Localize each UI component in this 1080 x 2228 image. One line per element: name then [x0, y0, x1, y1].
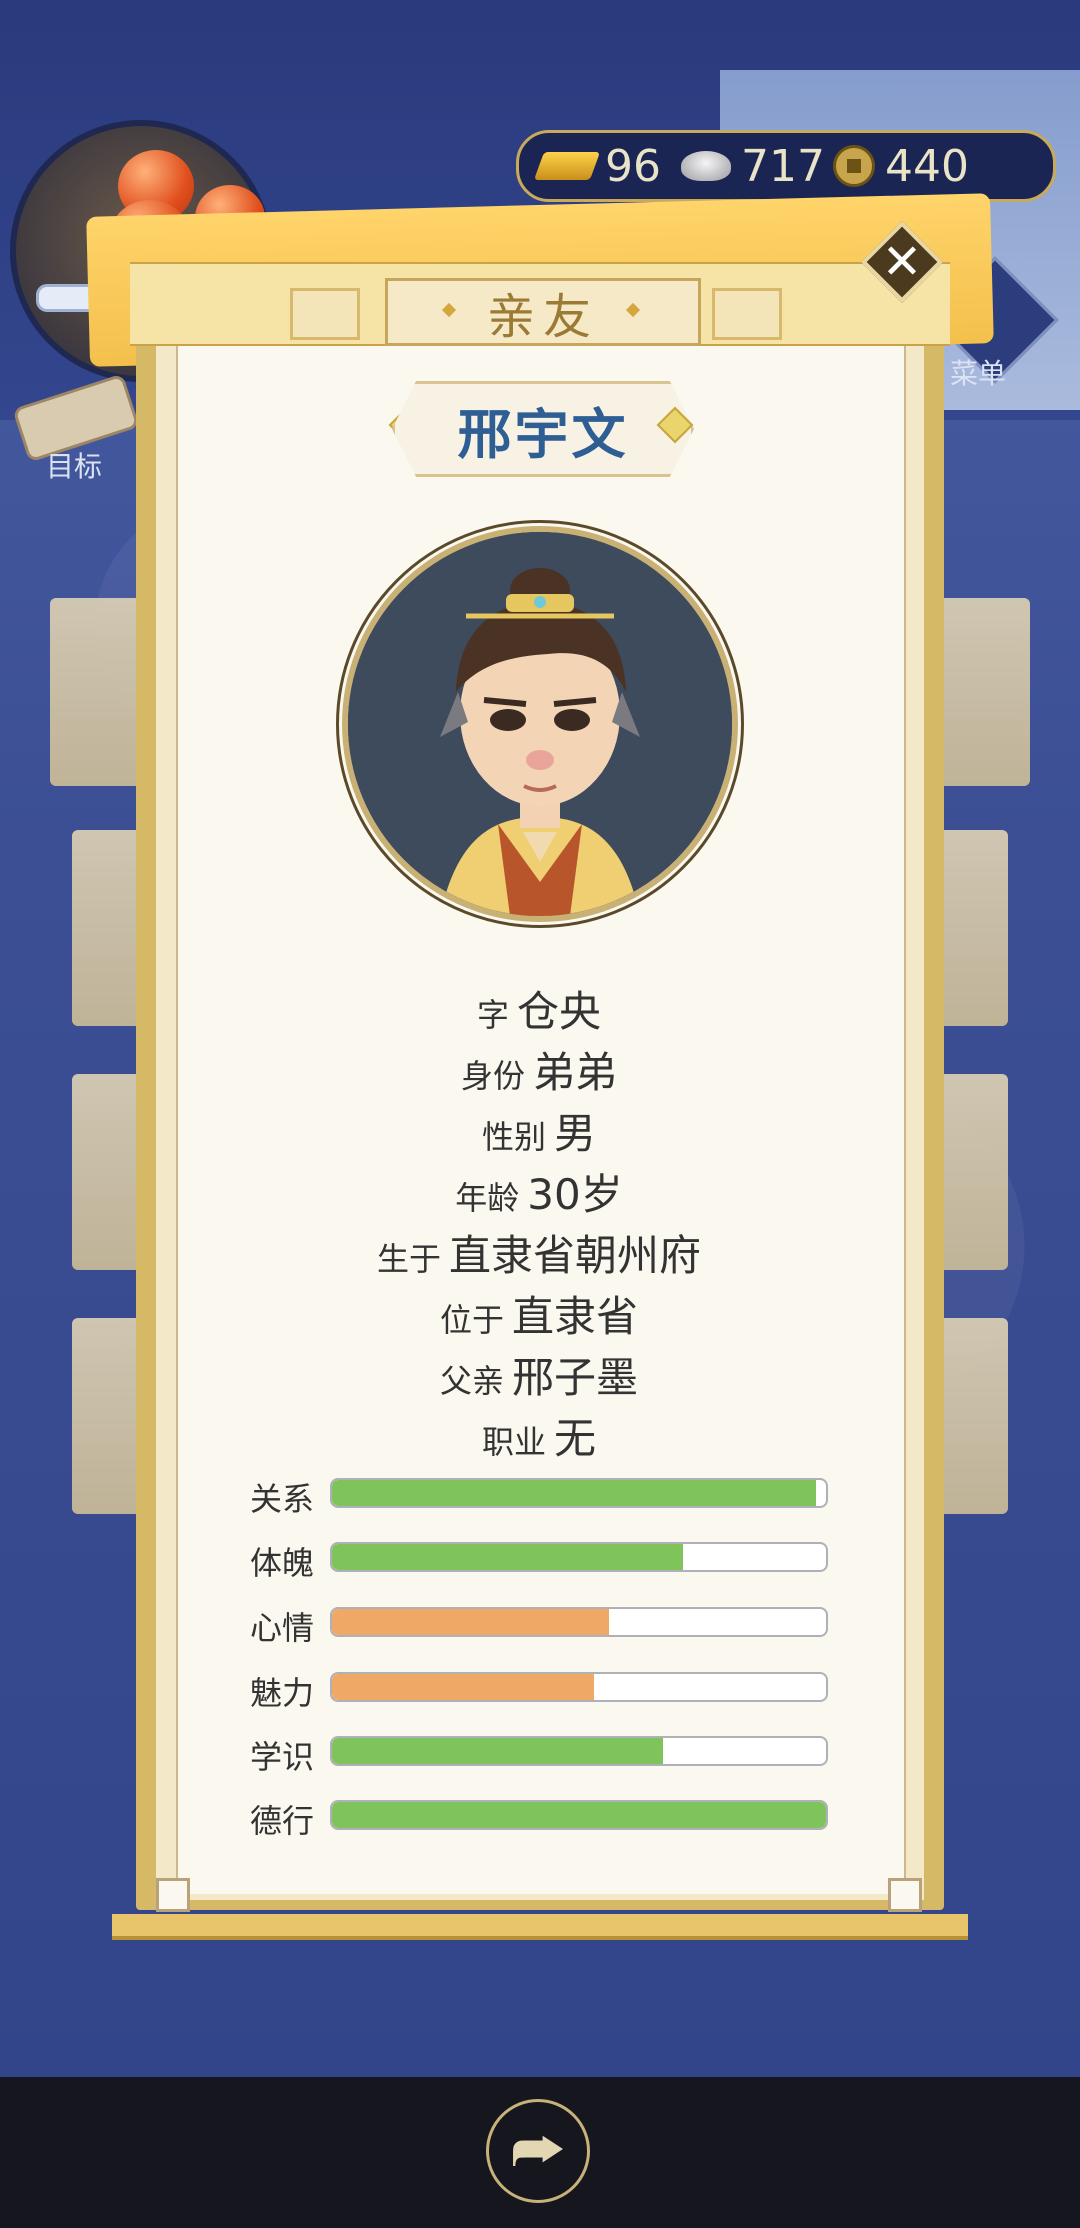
info-row: 位于 直隶省 [176, 1283, 902, 1344]
dialog-frame-bottom [112, 1914, 968, 1940]
close-icon[interactable]: ✕ [873, 233, 931, 291]
stat-bar-fill [332, 1802, 826, 1828]
info-key: 生于 [376, 1240, 441, 1278]
info-row: 身份 弟弟 [176, 1039, 902, 1100]
side-card [930, 598, 1030, 786]
stat-bar-fill [332, 1544, 683, 1570]
info-row: 生于 直隶省朝州府 [176, 1222, 902, 1283]
gold-count: 96 [605, 140, 661, 192]
info-key: 身份 [460, 1057, 525, 1095]
silver-count: 717 [741, 140, 825, 192]
menu-label[interactable]: 菜单 [950, 352, 1006, 392]
character-name-text: 邢宇文 [457, 402, 629, 466]
info-value: 仓央 [517, 987, 602, 1036]
info-value: 直隶省朝州府 [449, 1231, 702, 1280]
character-portrait-art [348, 532, 732, 916]
dialog-title: 亲友 [385, 278, 701, 346]
info-value: 无 [554, 1414, 597, 1463]
stat-bar [330, 1478, 828, 1508]
info-value: 弟弟 [533, 1048, 618, 1097]
gold-bar-icon [533, 152, 601, 180]
silver-ingot-icon [681, 151, 731, 181]
stat-bar-fill [332, 1674, 594, 1700]
stat-label: 魅力 [250, 1674, 315, 1712]
info-key: 年龄 [455, 1179, 520, 1217]
stat-label: 心情 [250, 1609, 315, 1647]
dialog-title-text: 亲友 [486, 289, 599, 345]
stat-bar-fill [332, 1480, 817, 1506]
header-ornament-left [290, 288, 360, 340]
currency-bar: 96 717 440 [516, 130, 1056, 202]
info-value: 邢子墨 [512, 1353, 639, 1402]
info-key: 职业 [481, 1423, 546, 1461]
character-portrait [342, 526, 738, 922]
info-row: 年龄 30岁 [176, 1161, 902, 1222]
info-row: 职业无 [176, 1405, 902, 1466]
coin-count: 440 [884, 140, 969, 192]
stat-bar [330, 1672, 828, 1702]
goal-label[interactable]: 目标 [46, 445, 102, 485]
info-value: 直隶省 [512, 1292, 639, 1341]
info-row: 性别男 [176, 1100, 902, 1161]
info-key: 性别 [481, 1118, 546, 1156]
stat-bar [330, 1736, 828, 1766]
share-icon: ⮫ [511, 2116, 565, 2185]
stat-bar [330, 1607, 828, 1637]
stat-bar [330, 1542, 828, 1572]
share-button[interactable]: ⮫ [486, 2099, 590, 2203]
stat-label: 关系 [250, 1480, 315, 1518]
header-ornament-right [712, 288, 782, 340]
info-key: 字 [476, 996, 509, 1034]
stat-bar-fill [332, 1609, 609, 1635]
info-key: 父亲 [439, 1362, 504, 1400]
stat-label: 德行 [250, 1802, 315, 1840]
info-row: 父亲 邢子墨 [176, 1344, 902, 1405]
info-key: 位于 [439, 1301, 504, 1339]
info-row: 字仓央 [176, 978, 902, 1039]
stat-bar-fill [332, 1738, 663, 1764]
info-value: 30岁 [527, 1170, 623, 1219]
copper-coin-icon [832, 145, 875, 187]
frame-corner-bl [156, 1878, 190, 1912]
stat-label: 学识 [250, 1738, 315, 1776]
character-name: 邢宇文 [392, 381, 694, 477]
info-value: 男 [554, 1109, 597, 1158]
stat-label: 体魄 [250, 1544, 315, 1582]
stat-bar [330, 1800, 828, 1830]
frame-corner-br [888, 1878, 922, 1912]
